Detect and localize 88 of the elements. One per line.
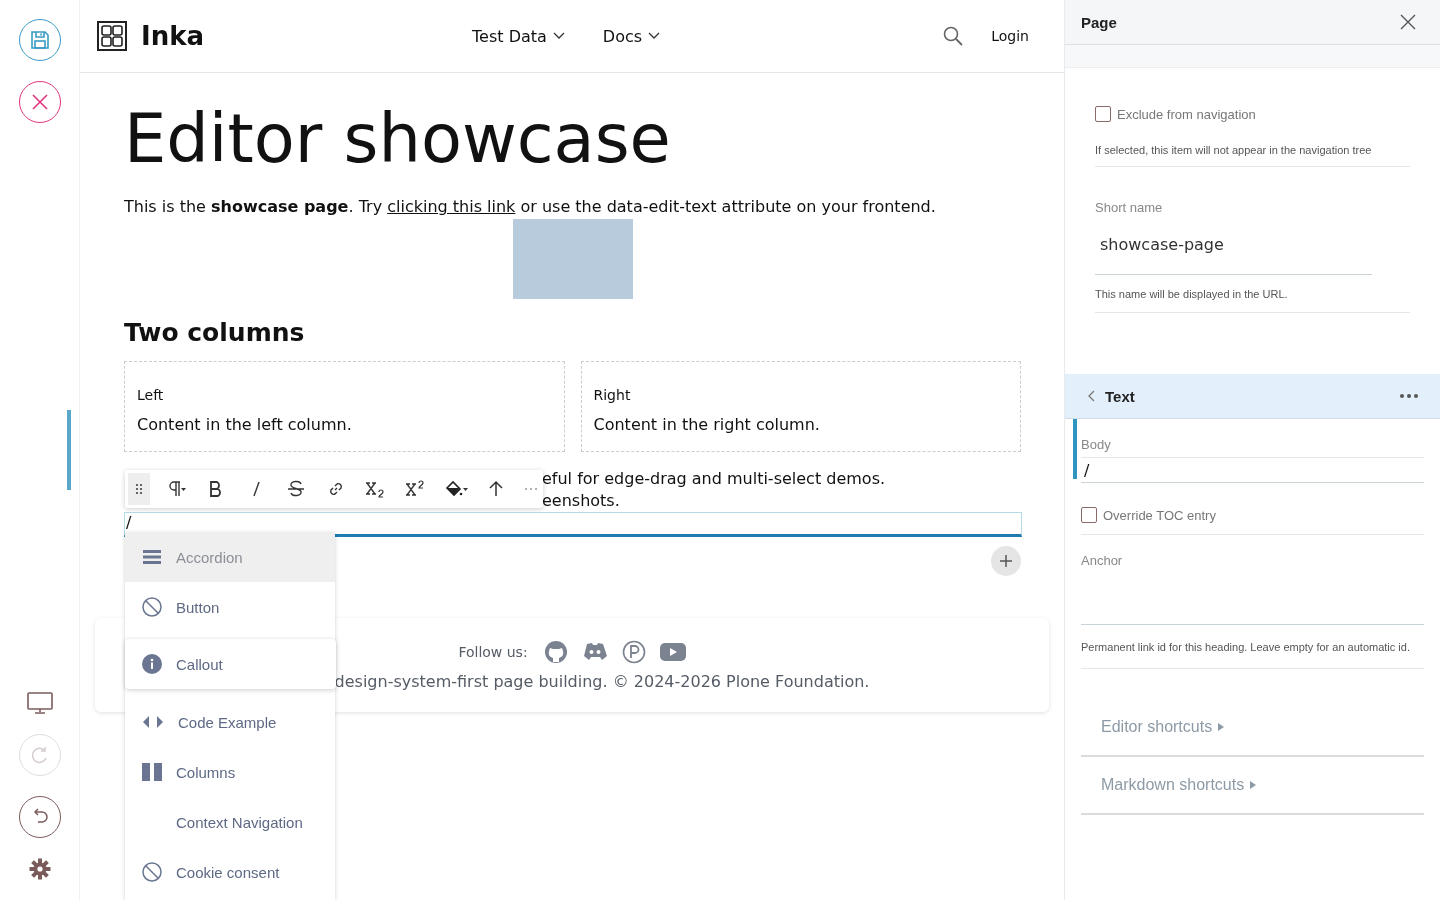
column-block[interactable]: Left Content in the left column.: [124, 361, 565, 452]
column-text: Content in the left column.: [137, 415, 353, 434]
drag-button[interactable]: [128, 473, 150, 505]
checkbox[interactable]: [1081, 507, 1097, 523]
help-text: This name will be displayed in the URL.: [1095, 288, 1289, 300]
subscript-icon: [365, 480, 387, 498]
checkbox-label: Override TOC entry: [1103, 507, 1216, 523]
code-arrows-icon: [142, 715, 164, 729]
page-title: Editor showcase: [124, 99, 672, 179]
plus-icon: [1000, 555, 1012, 567]
social-link[interactable]: [621, 639, 646, 664]
copyright-text: design-system-first page building. © 2024-2026 Plone Foundation.: [333, 671, 870, 691]
active-field-indicator: [1073, 419, 1077, 479]
social-link[interactable]: [543, 639, 568, 664]
more-button[interactable]: [1400, 394, 1418, 398]
p-circle-icon: [621, 639, 646, 664]
drag-handle-icon: [135, 483, 143, 495]
prohibited-icon: [142, 597, 162, 617]
site-logo[interactable]: Inka: [141, 21, 205, 51]
monitor-icon: [26, 692, 53, 714]
field-label: Short name: [1095, 200, 1164, 215]
settings-icon: [28, 858, 51, 880]
caret-right-icon: [1217, 723, 1226, 731]
input-field[interactable]: showcase-page: [1095, 215, 1372, 275]
redo-icon: [29, 745, 50, 765]
more-icon: [1400, 394, 1418, 398]
close-icon: [29, 92, 50, 112]
cancel-button[interactable]: [18, 81, 61, 123]
search-button[interactable]: [943, 26, 964, 46]
close-icon: [1400, 14, 1416, 30]
column-label: Right: [593, 387, 632, 403]
menu-item[interactable]: Callout: [125, 639, 336, 689]
input-field[interactable]: /: [1081, 457, 1424, 483]
nav-menu-item[interactable]: Docs: [602, 26, 661, 46]
save-button[interactable]: [18, 19, 61, 61]
inline-link[interactable]: clicking this link: [387, 197, 516, 216]
superscript-icon: [405, 480, 427, 498]
text-line: eenshots.: [542, 490, 621, 512]
github-icon: [543, 639, 568, 664]
chevron-down-icon: [552, 32, 565, 40]
checkbox[interactable]: [1095, 106, 1111, 122]
column-block[interactable]: Right Content in the right column.: [580, 361, 1021, 452]
social-link[interactable]: [581, 641, 608, 662]
logo-icon: [97, 21, 127, 51]
help-text: Permanent link id for this heading. Leave empty for an automatic id.: [1081, 640, 1411, 655]
add-block-button[interactable]: [991, 546, 1021, 576]
bold-icon: [208, 480, 224, 498]
paint-bucket-icon: [444, 480, 468, 498]
back-button[interactable]: [1087, 390, 1095, 402]
text-line: eful for edge-drag and multi-select demos.: [542, 468, 887, 490]
bars-icon: [142, 549, 162, 565]
arrow-up-icon: [488, 480, 504, 498]
save-icon: [28, 29, 51, 51]
menu-item[interactable]: Columns: [125, 747, 335, 797]
strikethrough-icon: [287, 480, 305, 498]
follow-label: Follow us:: [458, 643, 528, 660]
more-icon: [524, 487, 538, 491]
prohibited-icon: [142, 862, 162, 882]
search-icon: [943, 26, 964, 46]
link-icon: [327, 480, 345, 498]
discord-icon: [581, 641, 608, 662]
close-button[interactable]: [1400, 14, 1416, 30]
menu-item[interactable]: Context Navigation: [125, 797, 335, 847]
settings-button[interactable]: [28, 858, 51, 880]
menu-item[interactable]: Button: [125, 582, 335, 632]
caret-right-icon: [1249, 781, 1258, 789]
chevron-down-icon: [648, 32, 661, 40]
column-label: Left: [137, 387, 165, 403]
undo-button[interactable]: [18, 796, 61, 838]
info-icon: [142, 654, 162, 674]
intro-paragraph: This is the showcase page. Try clicking this link or use the data-edit-text attribute on your frontend.: [124, 197, 937, 217]
section-heading: Two columns: [124, 317, 306, 349]
play-button-icon: [659, 642, 686, 661]
column-text: Content in the right column.: [593, 415, 821, 434]
block-title: Text: [1105, 387, 1136, 405]
display-button[interactable]: [26, 692, 53, 714]
field-label: Anchor: [1081, 552, 1124, 568]
chevron-left-icon: [1087, 390, 1095, 402]
checkbox-label: Exclude from navigation: [1117, 106, 1256, 122]
help-text: If selected, this item will not appear in the navigation tree: [1095, 144, 1373, 156]
menu-item[interactable]: Cookie consent: [125, 847, 335, 897]
nav-menu-item[interactable]: Test Data: [472, 26, 565, 46]
social-link[interactable]: [659, 642, 686, 661]
login-link[interactable]: Login: [991, 28, 1029, 44]
menu-item[interactable]: Code Example: [125, 697, 335, 747]
field-label: Body: [1081, 436, 1112, 452]
panel-title: Page: [1081, 13, 1117, 31]
columns-icon: [142, 763, 162, 781]
